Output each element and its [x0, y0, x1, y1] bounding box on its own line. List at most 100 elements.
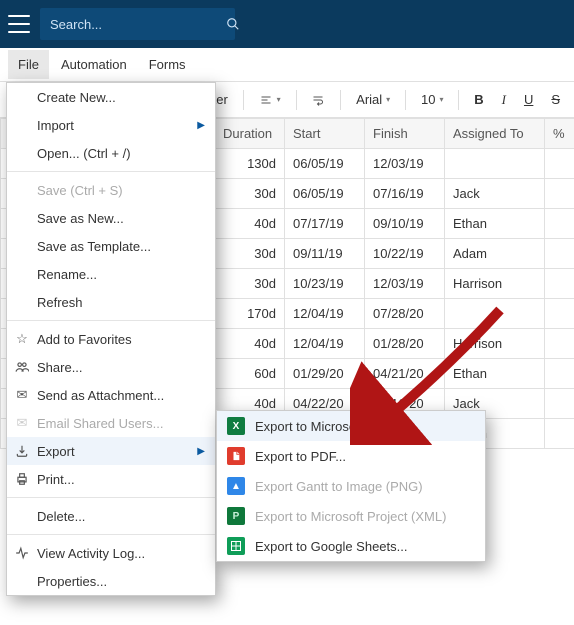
- menu-file[interactable]: File: [8, 50, 49, 79]
- cell-finish[interactable]: 07/28/20: [365, 299, 445, 329]
- cell-assigned[interactable]: Jack: [445, 179, 545, 209]
- wrap-button[interactable]: [305, 90, 331, 110]
- font-family-select[interactable]: Arial ▾: [350, 88, 396, 111]
- export-icon: [14, 443, 30, 459]
- col-percent[interactable]: %: [545, 119, 574, 149]
- cell-assigned[interactable]: Harrison: [445, 269, 545, 299]
- cell-pct[interactable]: [545, 389, 574, 419]
- cell-finish[interactable]: 12/03/19: [365, 269, 445, 299]
- menu-open[interactable]: Open... (Ctrl + /): [7, 139, 215, 167]
- separator: [296, 90, 297, 110]
- cell-assigned[interactable]: Ethan: [445, 359, 545, 389]
- cell-finish[interactable]: 12/03/19: [365, 149, 445, 179]
- chevron-down-icon: ▾: [439, 95, 443, 104]
- cell-finish[interactable]: 10/22/19: [365, 239, 445, 269]
- cell-pct[interactable]: [545, 149, 574, 179]
- menu-create-new[interactable]: Create New...: [7, 83, 215, 111]
- col-finish[interactable]: Finish: [365, 119, 445, 149]
- menu-automation[interactable]: Automation: [51, 50, 137, 79]
- cell-duration[interactable]: 30d: [215, 239, 285, 269]
- cell-finish[interactable]: 09/10/19: [365, 209, 445, 239]
- cell-finish[interactable]: 07/16/19: [365, 179, 445, 209]
- search-box[interactable]: [40, 8, 235, 40]
- project-icon: P: [227, 507, 245, 525]
- menu-save-as[interactable]: Save as New...: [7, 204, 215, 232]
- cell-pct[interactable]: [545, 269, 574, 299]
- col-assigned[interactable]: Assigned To: [445, 119, 545, 149]
- image-icon: ▲: [227, 477, 245, 495]
- menu-share[interactable]: Share...: [7, 353, 215, 381]
- cell-pct[interactable]: [545, 299, 574, 329]
- bold-button[interactable]: B: [468, 88, 489, 111]
- cell-pct[interactable]: [545, 179, 574, 209]
- cell-finish[interactable]: 01/28/20: [365, 329, 445, 359]
- menu-forms[interactable]: Forms: [139, 50, 196, 79]
- envelope-icon: ✉: [14, 415, 30, 431]
- menu-bar: File Automation Forms: [0, 48, 574, 82]
- font-size-select[interactable]: 10 ▾: [415, 88, 449, 111]
- cell-start[interactable]: 07/17/19: [285, 209, 365, 239]
- cell-finish[interactable]: 04/21/20: [365, 359, 445, 389]
- italic-button[interactable]: I: [496, 88, 512, 112]
- menu-save-template[interactable]: Save as Template...: [7, 232, 215, 260]
- cell-start[interactable]: 06/05/19: [285, 179, 365, 209]
- cell-duration[interactable]: 40d: [215, 209, 285, 239]
- menu-email-shared: ✉Email Shared Users...: [7, 409, 215, 437]
- menu-delete[interactable]: Delete...: [7, 502, 215, 530]
- star-icon: ☆: [14, 331, 30, 347]
- export-google-sheets[interactable]: Export to Google Sheets...: [217, 531, 485, 561]
- chevron-down-icon: ▾: [386, 95, 390, 104]
- cell-assigned[interactable]: [445, 149, 545, 179]
- export-excel[interactable]: XExport to Microsoft Excel: [217, 411, 485, 441]
- hamburger-menu-icon[interactable]: [8, 15, 30, 33]
- divider: [7, 534, 215, 535]
- chevron-right-icon: ▶: [197, 120, 205, 131]
- cell-start[interactable]: 10/23/19: [285, 269, 365, 299]
- google-sheets-icon: [227, 537, 245, 555]
- cell-start[interactable]: 12/04/19: [285, 299, 365, 329]
- cell-duration[interactable]: 130d: [215, 149, 285, 179]
- cell-assigned[interactable]: Adam: [445, 239, 545, 269]
- cell-pct[interactable]: [545, 419, 574, 449]
- cell-pct[interactable]: [545, 359, 574, 389]
- cell-start[interactable]: 12/04/19: [285, 329, 365, 359]
- col-start[interactable]: Start: [285, 119, 365, 149]
- divider: [7, 497, 215, 498]
- printer-icon: [14, 471, 30, 487]
- menu-import[interactable]: Import▶: [7, 111, 215, 139]
- top-bar: [0, 0, 574, 48]
- file-menu: Create New... Import▶ Open... (Ctrl + /)…: [6, 82, 216, 596]
- export-project: PExport to Microsoft Project (XML): [217, 501, 485, 531]
- pdf-icon: [227, 447, 245, 465]
- menu-add-favorites[interactable]: ☆Add to Favorites: [7, 325, 215, 353]
- menu-refresh[interactable]: Refresh: [7, 288, 215, 316]
- activity-icon: [14, 545, 30, 561]
- menu-print[interactable]: Print...: [7, 465, 215, 493]
- underline-button[interactable]: U: [518, 88, 539, 111]
- menu-rename[interactable]: Rename...: [7, 260, 215, 288]
- cell-duration[interactable]: 30d: [215, 269, 285, 299]
- cell-duration[interactable]: 60d: [215, 359, 285, 389]
- cell-duration[interactable]: 30d: [215, 179, 285, 209]
- align-button[interactable]: ▾: [253, 90, 287, 110]
- strike-button[interactable]: S: [545, 88, 566, 111]
- menu-export[interactable]: Export▶: [7, 437, 215, 465]
- search-input[interactable]: [50, 17, 226, 32]
- cell-assigned[interactable]: Ethan: [445, 209, 545, 239]
- cell-duration[interactable]: 170d: [215, 299, 285, 329]
- menu-properties[interactable]: Properties...: [7, 567, 215, 595]
- cell-start[interactable]: 01/29/20: [285, 359, 365, 389]
- cell-pct[interactable]: [545, 329, 574, 359]
- search-icon[interactable]: [226, 17, 240, 31]
- export-pdf[interactable]: Export to PDF...: [217, 441, 485, 471]
- cell-assigned[interactable]: [445, 299, 545, 329]
- cell-assigned[interactable]: Harrison: [445, 329, 545, 359]
- cell-pct[interactable]: [545, 239, 574, 269]
- cell-duration[interactable]: 40d: [215, 329, 285, 359]
- menu-send-attachment[interactable]: ✉Send as Attachment...: [7, 381, 215, 409]
- col-duration[interactable]: Duration: [215, 119, 285, 149]
- menu-activity-log[interactable]: View Activity Log...: [7, 539, 215, 567]
- cell-start[interactable]: 09/11/19: [285, 239, 365, 269]
- cell-start[interactable]: 06/05/19: [285, 149, 365, 179]
- cell-pct[interactable]: [545, 209, 574, 239]
